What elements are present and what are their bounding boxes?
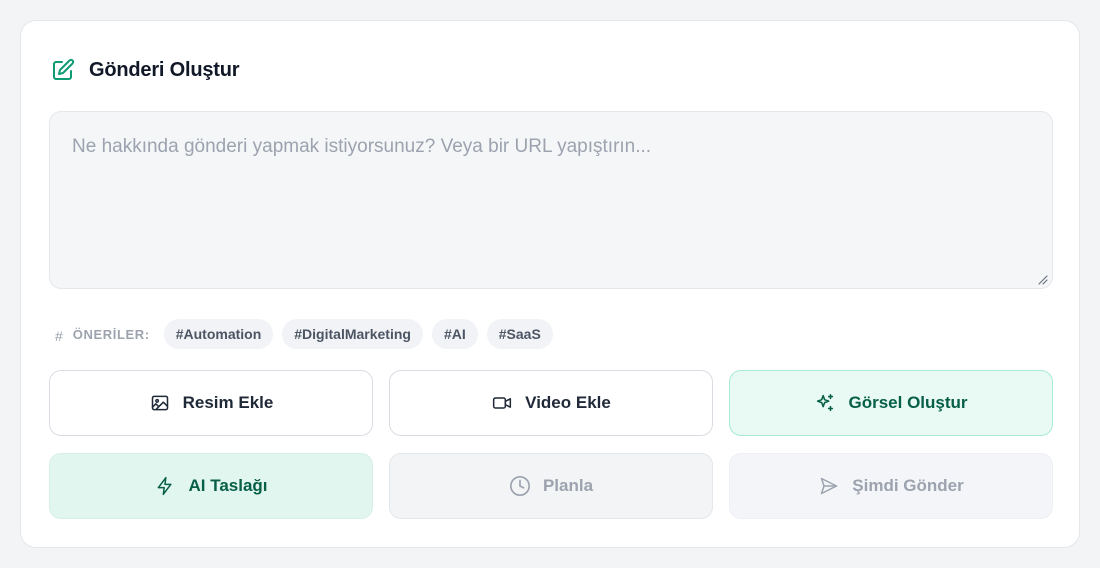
hashtag-icon: # bbox=[55, 328, 63, 344]
ai-draft-button[interactable]: AI Taslağı bbox=[49, 453, 373, 519]
hashtag-chip[interactable]: #SaaS bbox=[486, 319, 553, 349]
clock-icon bbox=[509, 475, 531, 497]
ai-draft-label: AI Taslağı bbox=[188, 476, 268, 495]
hashtag-chip[interactable]: #Automation bbox=[163, 319, 274, 349]
hashtag-suggestions: # ÖNERİLER: #Automation #DigitalMarketin… bbox=[55, 319, 562, 349]
post-text-input[interactable] bbox=[50, 112, 1052, 288]
generate-visual-label: Görsel Oluştur bbox=[848, 393, 968, 412]
edit-icon bbox=[51, 58, 75, 82]
send-now-button[interactable]: Şimdi Gönder bbox=[729, 453, 1053, 519]
image-icon bbox=[149, 392, 171, 414]
card-title: Gönderi Oluştur bbox=[89, 58, 240, 81]
add-video-label: Video Ekle bbox=[525, 393, 611, 412]
video-icon bbox=[491, 392, 513, 414]
add-image-label: Resim Ekle bbox=[182, 393, 274, 412]
lightning-icon bbox=[154, 475, 176, 497]
hashtag-chip[interactable]: #DigitalMarketing bbox=[282, 319, 423, 349]
suggestions-label: ÖNERİLER: bbox=[72, 326, 150, 342]
hashtag-chip[interactable]: #AI bbox=[431, 319, 478, 349]
schedule-button[interactable]: Planla bbox=[389, 453, 713, 519]
send-icon bbox=[818, 475, 840, 497]
create-post-card: Gönderi Oluştur # ÖNERİLER: #Automation … bbox=[20, 20, 1080, 548]
add-image-button[interactable]: Resim Ekle bbox=[49, 370, 373, 436]
sparkles-icon bbox=[814, 392, 836, 414]
schedule-label: Planla bbox=[542, 476, 594, 495]
add-video-button[interactable]: Video Ekle bbox=[389, 370, 713, 436]
send-now-label: Şimdi Gönder bbox=[852, 476, 964, 495]
generate-visual-button[interactable]: Görsel Oluştur bbox=[729, 370, 1053, 436]
card-header: Gönderi Oluştur bbox=[51, 57, 240, 83]
post-composer bbox=[49, 111, 1053, 289]
resize-grip-icon[interactable] bbox=[1036, 272, 1048, 285]
